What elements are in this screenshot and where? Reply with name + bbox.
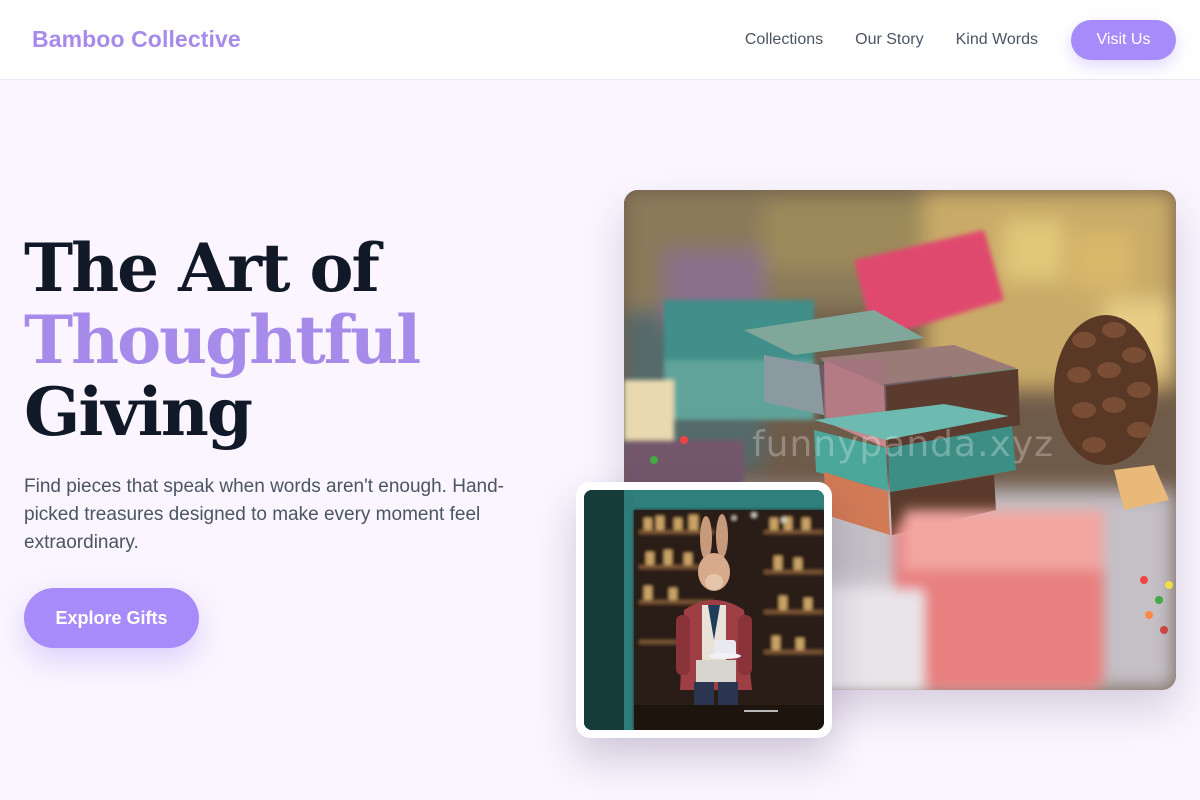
hero-title-line-2: Thoughtful: [24, 301, 421, 379]
nav-link-collections[interactable]: Collections: [745, 31, 823, 49]
hero-title: The Art of Thoughtful Giving: [24, 229, 421, 451]
explore-gifts-button[interactable]: Explore Gifts: [24, 588, 199, 648]
nav-link-our-story[interactable]: Our Story: [855, 31, 923, 49]
shop-photo-card: [576, 482, 832, 738]
nav-link-kind-words[interactable]: Kind Words: [956, 31, 1038, 49]
hero-subtitle: Find pieces that speak when words aren't…: [24, 476, 504, 553]
rabbit-shopkeeper-photo: [584, 490, 824, 730]
top-nav: Bamboo Collective Collections Our Story …: [0, 0, 1200, 80]
brand-logo[interactable]: Bamboo Collective: [32, 26, 241, 53]
hero-title-line-3: Giving: [24, 373, 253, 451]
visit-us-button[interactable]: Visit Us: [1071, 19, 1176, 60]
nav-links: Collections Our Story Kind Words Visit U…: [745, 19, 1176, 60]
hero-title-line-1: The Art of: [24, 229, 380, 307]
image-watermark: funnypanda.xyz: [752, 424, 1055, 465]
